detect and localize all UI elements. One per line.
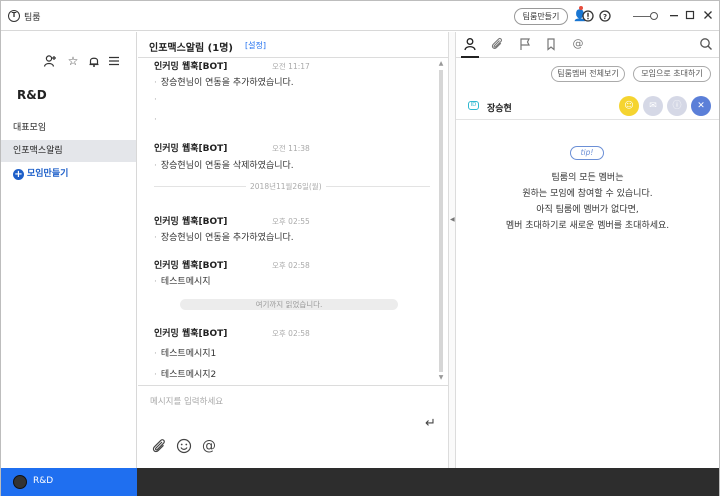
team-avatar (13, 475, 27, 489)
active-tab-underline (461, 56, 479, 58)
send-icon[interactable]: ↵ (425, 416, 436, 431)
message-sender: 인커밍 웹훅[BOT] (154, 217, 228, 227)
minimize-icon[interactable] (667, 9, 680, 22)
tab-members-icon[interactable] (463, 37, 477, 51)
bell-icon[interactable] (87, 54, 101, 68)
member-remove-icon[interactable]: ✕ (691, 96, 711, 116)
chat-panel: 인포맥스알림 (1명) [설정] 인커밍 웹훅[BOT] 오전 11:17 · 장… (138, 32, 448, 468)
team-sidebar: ☆ R&D 대표모임 인포맥스알림 + 모임만들기 (1, 32, 137, 468)
member-chat-icon[interactable]: ☺ (619, 96, 639, 116)
favorite-icon[interactable]: ☆ (66, 54, 80, 68)
team-name: R&D (17, 88, 47, 102)
chat-header: 인포맥스알림 (1명) [설정] (138, 32, 448, 58)
add-room-label: 모임만들기 (27, 169, 69, 179)
right-panel: @ 팀룸멤버 전체보기 모임으로 초대하기 ID 장승현 ☺ ✉ ⓘ ✕ tip… (456, 32, 719, 468)
app-title: 팀룸 (24, 13, 41, 23)
scroll-up-icon[interactable]: ▲ (438, 60, 444, 67)
message-sender: 인커밍 웹훅[BOT] (154, 329, 228, 339)
tab-bookmark-icon[interactable] (544, 37, 558, 51)
scroll-down-icon[interactable]: ▼ (438, 374, 444, 381)
message-line: · 장승현님이 연동을 삭제하였습니다. (154, 161, 294, 171)
right-panel-tabs: @ (456, 32, 719, 58)
member-profile-icon[interactable]: ⓘ (667, 96, 687, 116)
message-time: 오전 11:38 (272, 144, 310, 153)
mention-icon[interactable]: @ (201, 438, 217, 454)
plus-icon: + (13, 169, 24, 180)
message-time: 오후 02:58 (272, 261, 310, 270)
zoom-slider-knob[interactable] (650, 12, 658, 20)
search-icon[interactable] (699, 37, 713, 51)
close-icon[interactable] (701, 9, 714, 22)
emoji-icon[interactable] (176, 438, 192, 454)
tip-line: 팀룸의 모든 멤버는 (551, 173, 624, 183)
message-line-empty: · (154, 95, 157, 105)
tip-line: 원하는 모임에 참여할 수 있습니다. (522, 189, 653, 199)
team-tab[interactable]: R&D (1, 468, 137, 496)
room-setting-link[interactable]: [설정] (245, 40, 266, 51)
room-title: 인포맥스알림 (1명) (149, 43, 233, 54)
message-line: · 장승현님이 연동을 추가하였습니다. (154, 233, 294, 243)
member-mail-icon[interactable]: ✉ (643, 96, 663, 116)
tab-flag-icon[interactable] (518, 37, 532, 51)
tip-line: 멤버 초대하기로 새로운 멤버를 초대하세요. (505, 221, 670, 231)
message-time: 오후 02:55 (272, 217, 310, 226)
room-item-infomax[interactable]: 인포맥스알림 (1, 140, 136, 162)
maximize-icon[interactable] (683, 9, 696, 22)
invite-to-room-button[interactable]: 모임으로 초대하기 (633, 66, 711, 82)
message-line: · 테스트메시지 (154, 277, 211, 287)
tip-line: 아직 팀룸에 멤버가 없다면, (536, 205, 639, 215)
make-team-button[interactable]: 팀룸만들기 (514, 8, 568, 25)
member-name: 장승현 (487, 104, 512, 114)
member-id-badge: ID (468, 101, 479, 110)
panel-collapse-handle[interactable]: ◀ (448, 32, 456, 468)
message-time: 오전 11:17 (272, 62, 310, 71)
add-room-button[interactable]: + 모임만들기 (13, 166, 68, 180)
tab-mention-icon[interactable]: @ (571, 37, 585, 51)
team-tab-label: R&D (33, 476, 54, 486)
message-time: 오후 02:58 (272, 329, 310, 338)
chevron-left-icon: ◀ (450, 216, 455, 223)
notice-icon[interactable] (581, 10, 594, 23)
read-marker: 여기까지 읽었습니다. (180, 299, 398, 310)
svg-text:?: ? (602, 13, 606, 21)
date-divider-label: 2018년11월26일(월) (246, 181, 326, 192)
app-logo-icon: T (8, 10, 20, 22)
message-composer: 메시지를 입력하세요 ↵ @ (138, 385, 448, 468)
tip-badge: tip! (570, 146, 604, 160)
scrollbar-thumb[interactable] (439, 70, 443, 372)
message-list: 인커밍 웹훅[BOT] 오전 11:17 · 장승현님이 연동을 추가하였습니다.… (138, 59, 436, 385)
message-scrollbar[interactable]: ▲ ▼ (438, 60, 444, 382)
message-input[interactable]: 메시지를 입력하세요 (150, 395, 223, 407)
message-line-empty: · (154, 115, 157, 125)
message-line: · 테스트메시지1 (154, 349, 217, 359)
invite-member-icon[interactable] (43, 54, 57, 68)
attach-icon[interactable] (151, 438, 167, 454)
all-members-button[interactable]: 팀룸멤버 전체보기 (551, 66, 625, 82)
message-sender: 인커밍 웹훅[BOT] (154, 261, 228, 271)
bottom-bar: R&D (1, 468, 719, 496)
message-sender: 인커밍 웹훅[BOT] (154, 144, 228, 154)
help-icon[interactable]: ? (598, 10, 611, 23)
message-line: · 테스트메시지2 (154, 370, 217, 380)
tab-files-icon[interactable] (490, 37, 504, 51)
room-item-main[interactable]: 대표모임 (1, 117, 136, 139)
app-window: T 팀룸 팀룸만들기 👤 ? ☆ R&D 대표모임 인포맥스알림 + 모임만들기… (0, 0, 720, 496)
title-bar: T 팀룸 팀룸만들기 👤 ? (1, 1, 719, 31)
menu-icon[interactable] (107, 54, 121, 68)
message-line: · 장승현님이 연동을 추가하였습니다. (154, 78, 294, 88)
message-sender: 인커밍 웹훅[BOT] (154, 62, 228, 72)
member-row[interactable]: ID 장승현 ☺ ✉ ⓘ ✕ (456, 94, 719, 120)
